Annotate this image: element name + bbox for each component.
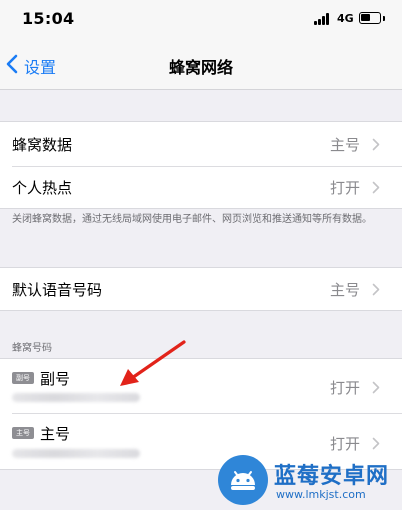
nav-bar: 设置 蜂窝网络 [0, 40, 402, 90]
chevron-right-icon [372, 437, 380, 450]
sim-row-secondary[interactable]: 副号 副号 打开 [0, 359, 402, 413]
cellular-group: 蜂窝数据 主号 个人热点 打开 [0, 121, 402, 209]
battery-icon [359, 12, 381, 24]
chevron-right-icon [372, 181, 380, 194]
default-voice-row[interactable]: 默认语音号码 主号 [0, 268, 402, 310]
sim-badge-icon: 副号 [12, 372, 34, 384]
signal-icon [314, 13, 332, 25]
sim-name: 主号 [40, 425, 71, 443]
chevron-right-icon [372, 283, 380, 296]
phone-number-blurred [12, 393, 140, 402]
chevron-right-icon [372, 381, 380, 394]
cellular-footnote: 关闭蜂窝数据，通过无线局域网使用电子邮件、网页浏览和推送通知等所有数据。 [12, 214, 372, 225]
watermark-title: 蓝莓安卓网 [274, 464, 390, 489]
hotspot-value: 打开 [329, 179, 360, 197]
network-type: 4G [337, 12, 354, 25]
cellular-data-value: 主号 [329, 136, 360, 154]
status-time: 15:04 [22, 9, 75, 28]
battery-cap [383, 16, 385, 21]
android-icon [218, 455, 268, 505]
sim-name: 副号 [40, 370, 71, 388]
battery-fill [361, 14, 370, 21]
hotspot-label: 个人热点 [12, 179, 73, 197]
watermark: 蓝莓安卓网 www.lmkjst.com [214, 452, 402, 510]
cellular-data-label: 蜂窝数据 [12, 136, 73, 154]
personal-hotspot-row[interactable]: 个人热点 打开 [0, 166, 402, 208]
annotation-arrow [120, 340, 186, 386]
cellular-data-row[interactable]: 蜂窝数据 主号 [0, 122, 402, 166]
watermark-url: www.lmkjst.com [276, 488, 366, 501]
sim-status: 打开 [329, 379, 360, 397]
page-title: 蜂窝网络 [168, 58, 233, 77]
sim-badge-icon: 主号 [12, 427, 34, 439]
default-voice-label: 默认语音号码 [12, 281, 103, 299]
status-bar: 15:04 4G [0, 0, 402, 40]
sim-status: 打开 [329, 435, 360, 453]
voice-group: 默认语音号码 主号 [0, 267, 402, 311]
chevron-right-icon [372, 138, 380, 151]
phone-number-blurred [12, 449, 140, 458]
screen: 15:04 4G 设置 蜂窝网络 蜂窝数据 主号 个人热点 打开 关闭蜂窝数据，… [0, 0, 402, 510]
section-header: 蜂窝号码 [12, 343, 52, 354]
default-voice-value: 主号 [329, 281, 360, 299]
